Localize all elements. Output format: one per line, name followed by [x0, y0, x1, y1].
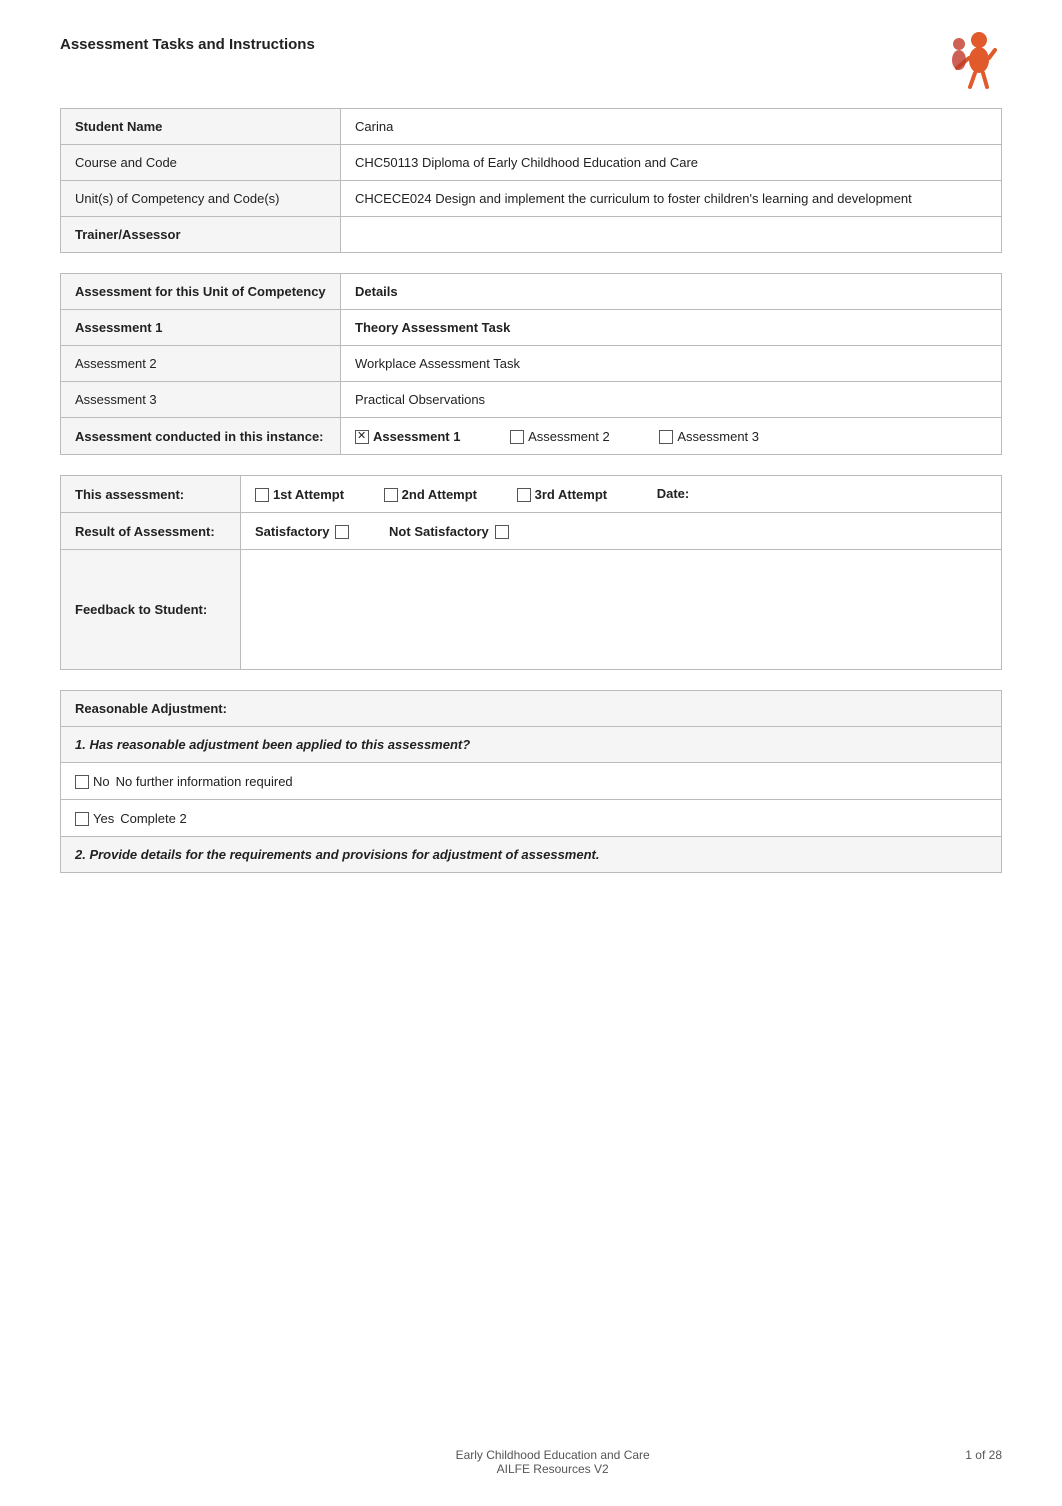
logo-icon [937, 30, 1002, 90]
ra-yes-checkbox-label[interactable]: Yes Complete 2 [75, 811, 187, 826]
ra-no-option: No No further information required [61, 763, 1001, 800]
assessment1-checkbox-label[interactable]: Assessment 1 [355, 429, 460, 444]
not-satisfactory-checkbox-label[interactable]: Not Satisfactory [389, 524, 509, 539]
assessment2-row: Assessment 2 Workplace Assessment Task [61, 346, 1002, 382]
result-row: Result of Assessment: Satisfactory Not S… [61, 513, 1002, 550]
assessment1-checkbox[interactable] [355, 430, 369, 444]
ra-question1: 1. Has reasonable adjustment been applie… [61, 727, 1001, 763]
date-label: Date: [657, 486, 690, 501]
footer-left [60, 1448, 140, 1476]
competency-code-label: Unit(s) of Competency and Code(s) [61, 181, 341, 217]
trainer-value [341, 217, 1002, 253]
trainer-label: Trainer/Assessor [61, 217, 341, 253]
student-name-label: Student Name [61, 109, 341, 145]
footer-center: Early Childhood Education and Care AILFE… [140, 1448, 965, 1476]
trainer-row: Trainer/Assessor [61, 217, 1002, 253]
attempt-label: This assessment: [61, 476, 241, 513]
feedback-label: Feedback to Student: [61, 550, 241, 670]
footer-line2: AILFE Resources V2 [140, 1462, 965, 1476]
header: Assessment Tasks and Instructions [60, 30, 1002, 90]
footer-line1: Early Childhood Education and Care [140, 1448, 965, 1462]
attempt-checkboxes: 1st Attempt 2nd Attempt 3rd Attempt Date… [241, 476, 1002, 513]
page: Assessment Tasks and Instructions Studen… [0, 0, 1062, 1506]
attempt-table: This assessment: 1st Attempt 2nd Attempt… [60, 475, 1002, 670]
satisfactory-checkbox[interactable] [335, 525, 349, 539]
student-name-value: Carina [341, 109, 1002, 145]
attempt1-checkbox-label[interactable]: 1st Attempt [255, 487, 344, 502]
ra-yes-label: Yes [93, 811, 114, 826]
course-code-row: Course and Code CHC50113 Diploma of Earl… [61, 145, 1002, 181]
ra-header: Reasonable Adjustment: [61, 691, 1001, 727]
attempt3-checkbox[interactable] [517, 488, 531, 502]
assessment2-label: Assessment 2 [61, 346, 341, 382]
assessment3-label: Assessment 3 [61, 382, 341, 418]
attempt3-checkbox-label[interactable]: 3rd Attempt [517, 487, 607, 502]
footer: Early Childhood Education and Care AILFE… [0, 1448, 1062, 1476]
ra-yes-option: Yes Complete 2 [61, 800, 1001, 837]
assessment3-value: Practical Observations [341, 382, 1002, 418]
course-code-value: CHC50113 Diploma of Early Childhood Educ… [341, 145, 1002, 181]
satisfactory-checkbox-label[interactable]: Satisfactory [255, 524, 349, 539]
competency-code-row: Unit(s) of Competency and Code(s) CHCECE… [61, 181, 1002, 217]
assessment2-checkbox-label[interactable]: Assessment 2 [510, 429, 610, 444]
instance-checkboxes: Assessment 1 Assessment 2 Assessment 3 [341, 418, 1002, 455]
assessment-col2-header: Details [341, 274, 1002, 310]
footer-page-info: 1 of 28 [965, 1448, 1002, 1476]
ra-no-checkbox[interactable] [75, 775, 89, 789]
assessment-table: Assessment for this Unit of Competency D… [60, 273, 1002, 455]
feedback-value[interactable] [241, 550, 1002, 670]
ra-yes-detail: Complete 2 [120, 811, 186, 826]
competency-code-value: CHCECE024 Design and implement the curri… [341, 181, 1002, 217]
instance-label: Assessment conducted in this instance: [61, 418, 341, 455]
reasonable-adjustment-section: Reasonable Adjustment: 1. Has reasonable… [60, 690, 1002, 873]
assessment-col1-header: Assessment for this Unit of Competency [61, 274, 341, 310]
assessment3-checkbox[interactable] [659, 430, 673, 444]
assessment3-row: Assessment 3 Practical Observations [61, 382, 1002, 418]
not-satisfactory-checkbox[interactable] [495, 525, 509, 539]
ra-question2: 2. Provide details for the requirements … [61, 837, 1001, 872]
feedback-row: Feedback to Student: [61, 550, 1002, 670]
ra-no-checkbox-label[interactable]: No No further information required [75, 774, 293, 789]
assessment-header-row: Assessment for this Unit of Competency D… [61, 274, 1002, 310]
attempt-row: This assessment: 1st Attempt 2nd Attempt… [61, 476, 1002, 513]
page-title: Assessment Tasks and Instructions [60, 30, 315, 53]
instance-row: Assessment conducted in this instance: A… [61, 418, 1002, 455]
result-checkboxes: Satisfactory Not Satisfactory [241, 513, 1002, 550]
assessment3-checkbox-label[interactable]: Assessment 3 [659, 429, 759, 444]
attempt1-checkbox[interactable] [255, 488, 269, 502]
logo [937, 30, 1002, 90]
attempt2-checkbox[interactable] [384, 488, 398, 502]
course-code-label: Course and Code [61, 145, 341, 181]
ra-no-label: No [93, 774, 110, 789]
assessment2-checkbox[interactable] [510, 430, 524, 444]
student-name-row: Student Name Carina [61, 109, 1002, 145]
ra-yes-checkbox[interactable] [75, 812, 89, 826]
info-table: Student Name Carina Course and Code CHC5… [60, 108, 1002, 253]
ra-no-detail: No further information required [116, 774, 293, 789]
result-label: Result of Assessment: [61, 513, 241, 550]
assessment1-label: Assessment 1 [61, 310, 341, 346]
attempt2-checkbox-label[interactable]: 2nd Attempt [384, 487, 477, 502]
assessment1-value: Theory Assessment Task [341, 310, 1002, 346]
assessment2-value: Workplace Assessment Task [341, 346, 1002, 382]
assessment1-row: Assessment 1 Theory Assessment Task [61, 310, 1002, 346]
